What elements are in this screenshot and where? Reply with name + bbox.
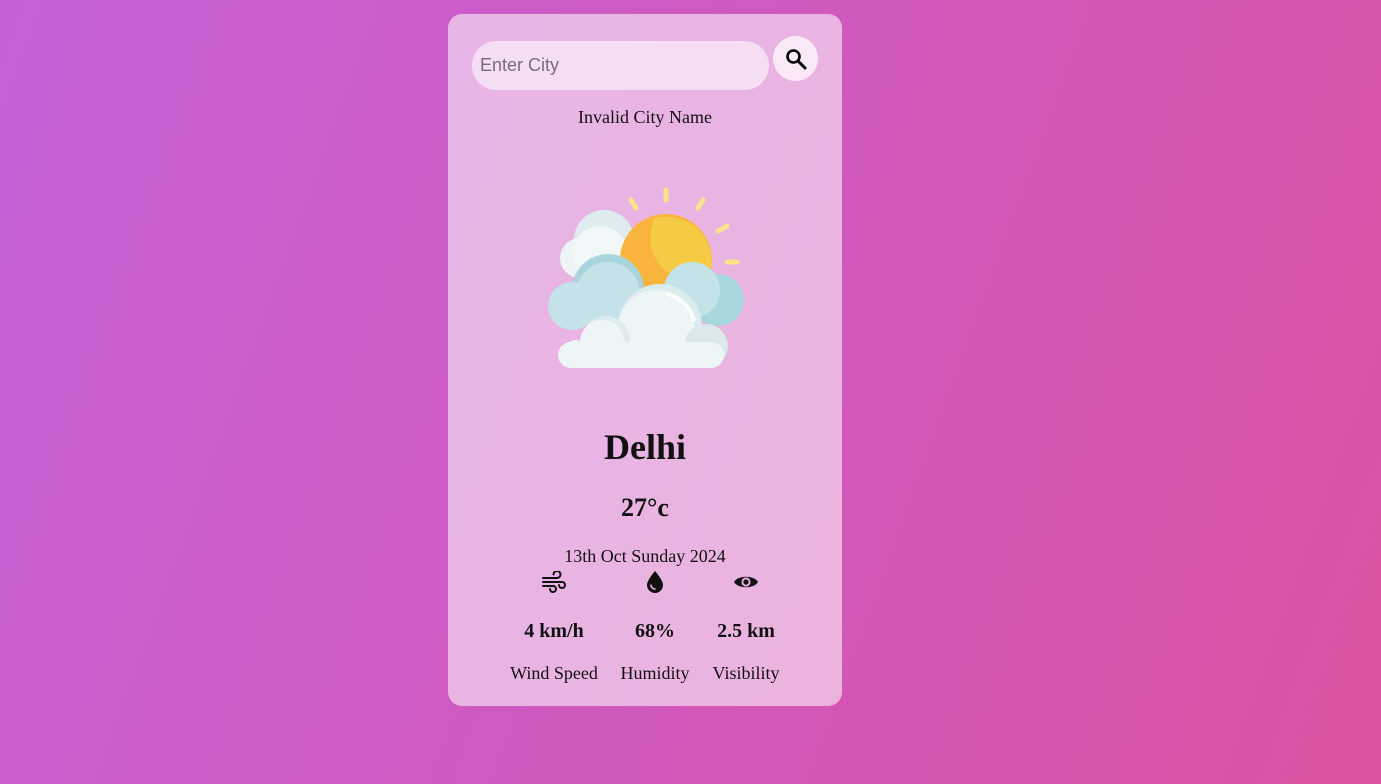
- temperature: 27°c: [621, 493, 669, 522]
- droplet-icon: [647, 571, 663, 593]
- humidity-stat: 68% Humidity: [605, 568, 705, 684]
- wind-speed-label: Wind Speed: [510, 663, 598, 683]
- wind-speed-value: 4 km/h: [524, 620, 584, 642]
- search-button[interactable]: [773, 36, 818, 81]
- date-label: 13th Oct Sunday 2024: [564, 546, 726, 566]
- humidity-value: 68%: [635, 620, 675, 642]
- search-bar: [472, 36, 818, 90]
- visibility-stat: 2.5 km Visibility: [696, 568, 796, 684]
- visibility-label: Visibility: [712, 663, 780, 683]
- wind-speed-stat: 4 km/h Wind Speed: [504, 568, 604, 684]
- visibility-value: 2.5 km: [717, 620, 775, 642]
- city-search-input[interactable]: [472, 41, 769, 90]
- wind-icon: [542, 571, 566, 593]
- city-name: Delhi: [603, 427, 686, 467]
- humidity-label: Humidity: [620, 663, 690, 683]
- eye-icon: [734, 576, 758, 588]
- partly-cloudy-sun-icon: [548, 187, 744, 368]
- weather-card: Invalid City Name Delhi: [448, 14, 842, 706]
- search-icon: [785, 48, 806, 69]
- error-message: Invalid City Name: [578, 107, 712, 127]
